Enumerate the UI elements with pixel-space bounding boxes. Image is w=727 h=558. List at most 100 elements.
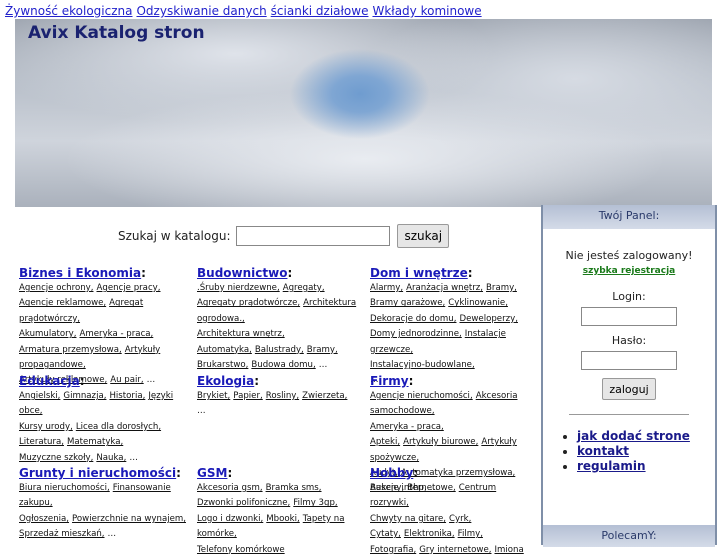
user-panel: Twój Panel: Nie jesteś zalogowany! szybk… bbox=[541, 205, 717, 547]
top-link-scianki[interactable]: ścianki działowe bbox=[271, 4, 369, 18]
subcategory-link[interactable]: Agregaty, bbox=[283, 283, 325, 293]
subcategory-link[interactable]: Armatura przemysłowa, bbox=[19, 345, 122, 355]
subcategory-link[interactable]: Cyklinowanie, bbox=[448, 298, 508, 308]
subcategory-link[interactable]: Rosliny, bbox=[266, 391, 299, 401]
category-title[interactable]: Biznes i Ekonomia bbox=[19, 266, 141, 280]
subcategory-link[interactable]: Papier, bbox=[233, 391, 262, 401]
more-ellipsis: … bbox=[197, 406, 206, 417]
search-button[interactable]: szukaj bbox=[397, 224, 450, 248]
subcategory-link[interactable]: Artykuły biurowe, bbox=[403, 437, 478, 447]
category-title[interactable]: Edukacja bbox=[19, 374, 80, 388]
subcategory-link[interactable]: Literatura, bbox=[19, 437, 64, 447]
category-gsm: GSM: Akcesoria gsm, Bramka sms, Dzwonki p… bbox=[197, 466, 345, 555]
subcategory-link[interactable]: Cytaty, bbox=[370, 529, 401, 539]
password-input[interactable] bbox=[581, 351, 677, 370]
category-edukacja: Edukacja: Angielski, Gimnazja, Historia, Ję… bbox=[19, 374, 174, 463]
how-to-add-link[interactable]: jak dodać strone bbox=[577, 429, 690, 443]
subcategory-link[interactable]: Brykiet, bbox=[197, 391, 230, 401]
subcategory-link[interactable]: Bramy, bbox=[486, 283, 517, 293]
subcategory-link[interactable]: Agencje nieruchomości, bbox=[370, 391, 473, 401]
category-title[interactable]: Firmy bbox=[370, 374, 409, 388]
category-grunty: Grunty i nieruchomości: Biura nieruchomo… bbox=[19, 466, 186, 540]
rules-link[interactable]: regulamin bbox=[577, 459, 646, 473]
subcategory-link[interactable]: Licea dla dorosłych, bbox=[76, 422, 161, 432]
site-title: Avix Katalog stron bbox=[28, 23, 205, 43]
subcategory-link[interactable]: Elektronika, bbox=[404, 529, 455, 539]
search-input[interactable] bbox=[236, 226, 391, 246]
subcategory-link[interactable]: Angielski, bbox=[19, 391, 60, 401]
subcategory-link[interactable]: Alarmy, bbox=[370, 283, 403, 293]
category-biznes: Biznes i Ekonomia: Agencje ochrony, Agenc… bbox=[19, 266, 161, 386]
subcategory-link[interactable]: Sprzedaż mieszkań, bbox=[19, 529, 105, 539]
subcategory-link[interactable]: Agregaty prądotwórcze, bbox=[197, 298, 300, 308]
subcategory-link[interactable]: Fotografia, bbox=[370, 545, 416, 555]
header-banner: Avix Katalog stron bbox=[15, 19, 712, 207]
category-hobby: Hobby: Aukcje internetowe, Centrum rozryw… bbox=[370, 466, 524, 555]
category-title[interactable]: Budownictwo bbox=[197, 266, 287, 280]
subcategory-link[interactable]: Ameryka - praca, bbox=[80, 329, 154, 339]
category-title[interactable]: Ekologia bbox=[197, 374, 254, 388]
subcategory-link[interactable]: Chwyty na gitare, bbox=[370, 514, 446, 524]
subcategory-link[interactable]: Logo i dzwonki, bbox=[197, 514, 263, 524]
subcategory-link[interactable]: Automatyka, bbox=[197, 345, 252, 355]
subcategory-link[interactable]: Gry internetowe, bbox=[419, 545, 491, 555]
subcategory-link[interactable]: Brukarstwo, bbox=[197, 360, 248, 370]
top-link-odzyskiwanie[interactable]: Odzyskiwanie danych bbox=[136, 4, 266, 18]
subcategory-link[interactable]: Apteki, bbox=[370, 437, 400, 447]
subcategory-link[interactable]: Balustrady, bbox=[255, 345, 304, 355]
more-ellipsis: … bbox=[107, 529, 117, 540]
subcategory-link[interactable]: Domy jednorodzinne, bbox=[370, 329, 462, 339]
subcategory-link[interactable]: Aranżacja wnętrz, bbox=[406, 283, 483, 293]
subcategory-link[interactable]: Telefony komórkowe bbox=[197, 545, 285, 555]
subcategory-link[interactable]: Powierzchnie na wynajem, bbox=[72, 514, 186, 524]
subcategory-link[interactable]: Budowa domu, bbox=[251, 360, 315, 370]
subcategory-link[interactable]: Agencje reklamowe, bbox=[19, 298, 106, 308]
subcategory-link[interactable]: Zwierzeta, bbox=[302, 391, 347, 401]
top-link-wklady[interactable]: Wkłady kominowe bbox=[372, 4, 481, 18]
contact-link[interactable]: kontakt bbox=[577, 444, 629, 458]
subcategory-link[interactable]: Cyrk, bbox=[449, 514, 471, 524]
password-label: Hasło: bbox=[611, 334, 647, 347]
login-button[interactable]: zaloguj bbox=[602, 378, 656, 400]
category-title[interactable]: Dom i wnętrze bbox=[370, 266, 468, 280]
subcategory-link[interactable]: Akcesoria gsm, bbox=[197, 483, 263, 493]
subcategory-link[interactable]: Architektura wnętrz, bbox=[197, 329, 285, 339]
subcategory-link[interactable]: Aukcje internetowe, bbox=[370, 483, 456, 493]
subcategory-link[interactable]: Kursy urody, bbox=[19, 422, 73, 432]
subcategory-link[interactable]: Historia, bbox=[109, 391, 145, 401]
login-input[interactable] bbox=[581, 307, 677, 326]
subcategory-link[interactable]: Bramy, bbox=[307, 345, 338, 355]
search-bar: Szukaj w katalogu: szukaj bbox=[118, 224, 450, 248]
subcategory-link[interactable]: Bramy garażowe, bbox=[370, 298, 445, 308]
search-label: Szukaj w katalogu: bbox=[118, 229, 231, 243]
category-title[interactable]: Hobby bbox=[370, 466, 413, 480]
panel-links: jak dodać strone kontakt regulamin bbox=[543, 429, 715, 474]
subcategory-link[interactable]: Mbooki, bbox=[266, 514, 299, 524]
panel-divider bbox=[569, 414, 689, 415]
subcategory-link[interactable]: Dzwonki polifoniczne, bbox=[197, 498, 290, 508]
subcategory-link[interactable]: Instalacyjno-budowlane, bbox=[370, 360, 475, 370]
register-link[interactable]: szybka rejestracja bbox=[543, 266, 715, 276]
subcategory-link[interactable]: Biura nieruchomości, bbox=[19, 483, 110, 493]
subcategory-link[interactable]: Matematyka, bbox=[67, 437, 123, 447]
top-link-zywnosc[interactable]: Żywność ekologiczna bbox=[5, 4, 132, 18]
subcategory-link[interactable]: Muzyczne szkoły, bbox=[19, 453, 93, 463]
category-title[interactable]: GSM bbox=[197, 466, 227, 480]
panel-title: Twój Panel: bbox=[543, 205, 715, 229]
category-title[interactable]: Grunty i nieruchomości bbox=[19, 466, 176, 480]
subcategory-link[interactable]: Gimnazja, bbox=[63, 391, 106, 401]
subcategory-link[interactable]: Agencje pracy, bbox=[97, 283, 161, 293]
subcategory-link[interactable]: Bramka sms, bbox=[266, 483, 322, 493]
subcategory-link[interactable]: Ogłoszenia, bbox=[19, 514, 69, 524]
subcategory-link[interactable]: Filmy, bbox=[458, 529, 483, 539]
subcategory-link[interactable]: Imiona bbox=[494, 545, 523, 555]
subcategory-link[interactable]: .Śruby nierdzewne, bbox=[197, 283, 280, 293]
subcategory-link[interactable]: Dekoracje do domu, bbox=[370, 314, 456, 324]
subcategory-link[interactable]: Agencje ochrony, bbox=[19, 283, 94, 293]
subcategory-link[interactable]: Nauka, bbox=[96, 453, 126, 463]
login-label: Login: bbox=[612, 290, 646, 303]
subcategory-link[interactable]: Deweloperzy, bbox=[459, 314, 517, 324]
subcategory-link[interactable]: Filmy 3gp, bbox=[293, 498, 337, 508]
subcategory-link[interactable]: Akumulatory, bbox=[19, 329, 77, 339]
subcategory-link[interactable]: Ameryka - praca, bbox=[370, 422, 444, 432]
